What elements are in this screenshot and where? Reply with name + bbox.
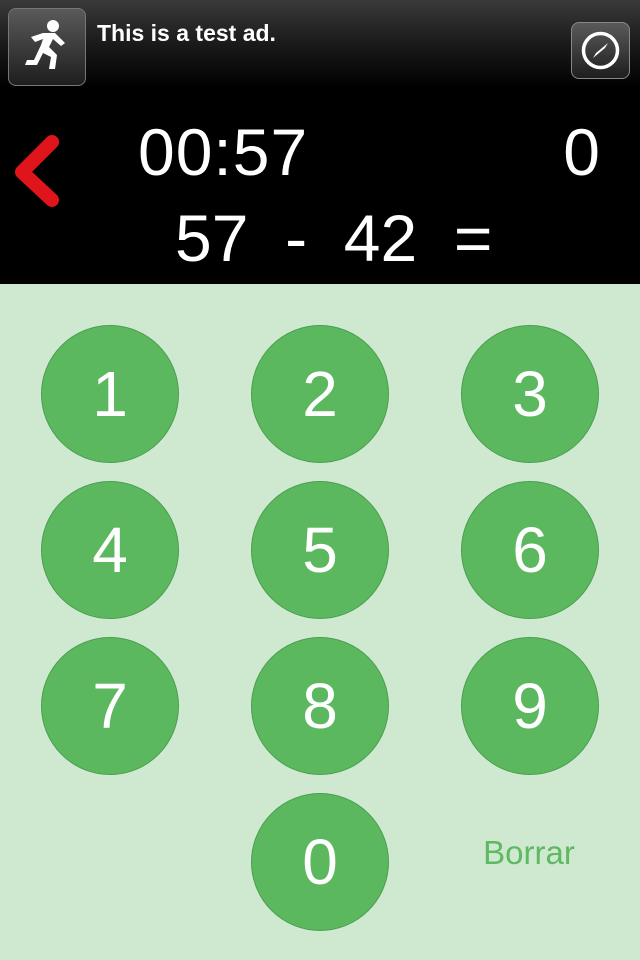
ad-text[interactable]: This is a test ad.: [97, 20, 276, 47]
score-display: 0: [563, 115, 600, 189]
key-2[interactable]: 2: [251, 325, 389, 463]
equation-display: 57 - 42 =: [175, 201, 493, 275]
runner-icon[interactable]: [8, 8, 86, 86]
chevron-left-icon: [15, 135, 59, 207]
clear-button[interactable]: Borrar: [460, 834, 598, 872]
key-8[interactable]: 8: [251, 637, 389, 775]
key-9[interactable]: 9: [461, 637, 599, 775]
key-4[interactable]: 4: [41, 481, 179, 619]
compass-icon[interactable]: [571, 22, 630, 79]
key-6[interactable]: 6: [461, 481, 599, 619]
key-5[interactable]: 5: [251, 481, 389, 619]
ad-banner[interactable]: This is a test ad.: [0, 0, 640, 88]
back-button[interactable]: [8, 132, 62, 210]
key-1[interactable]: 1: [41, 325, 179, 463]
key-7[interactable]: 7: [41, 637, 179, 775]
key-0[interactable]: 0: [251, 793, 389, 931]
key-3[interactable]: 3: [461, 325, 599, 463]
timer-display: 00:57: [138, 115, 309, 189]
